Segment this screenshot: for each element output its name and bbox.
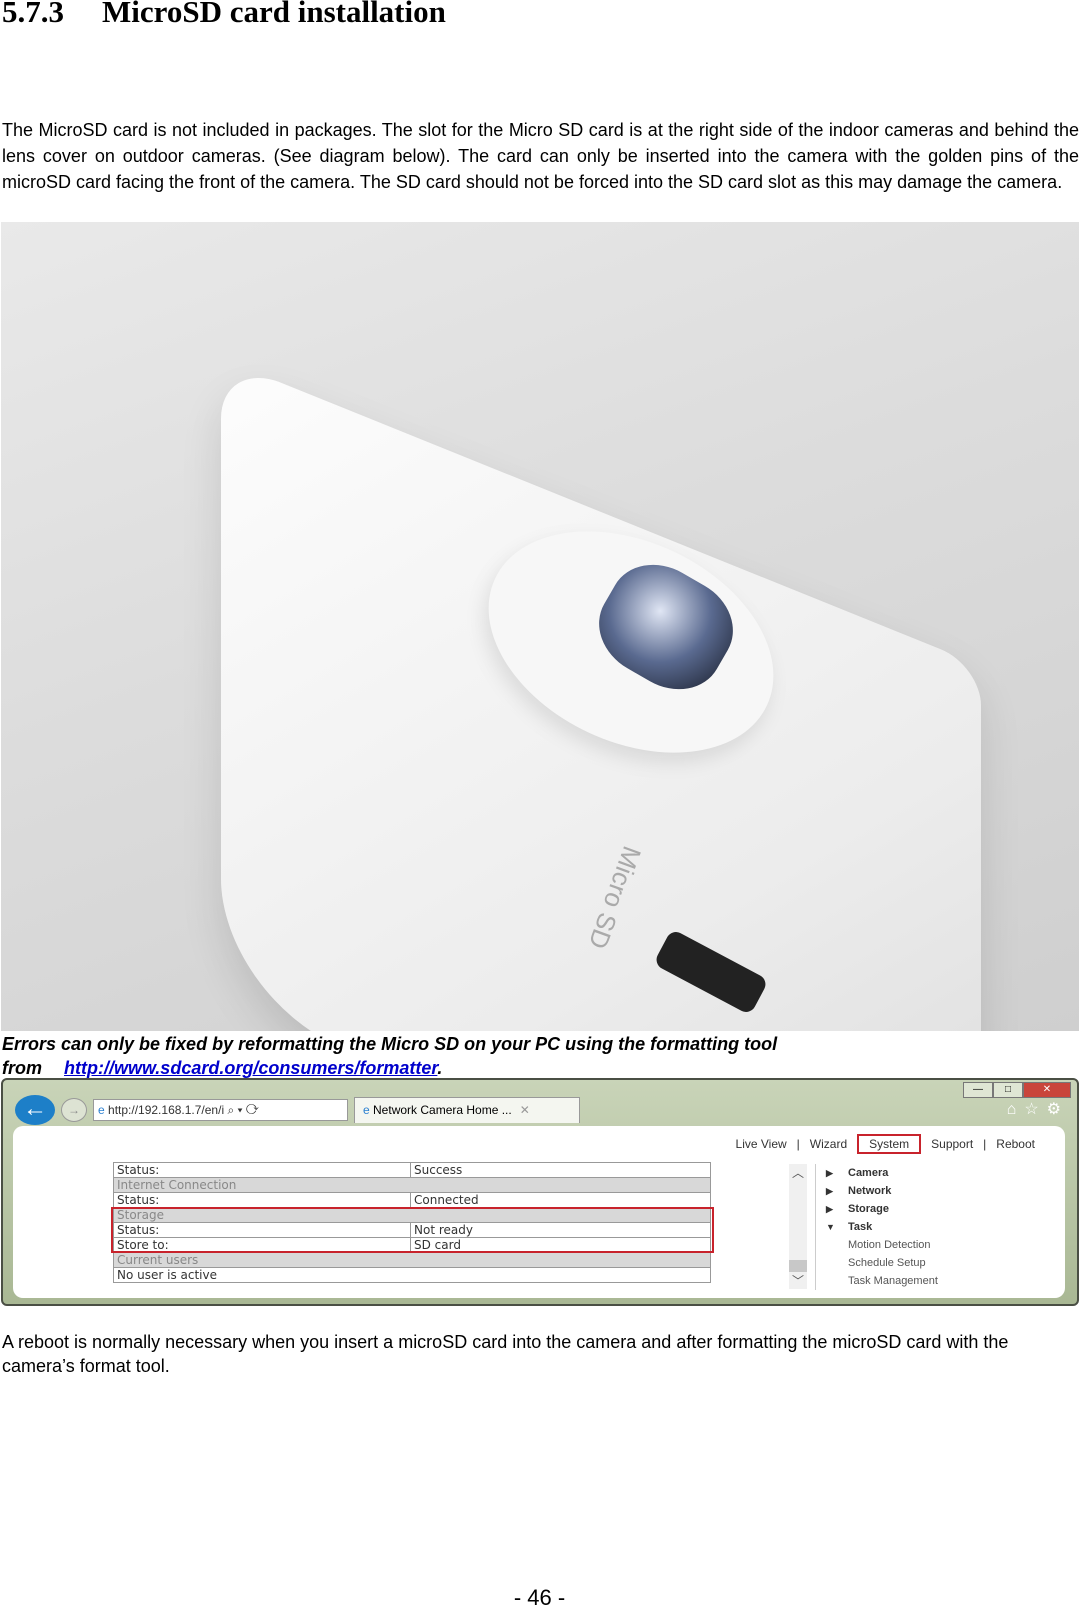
intro-paragraph: The MicroSD card is not included in pack… (2, 120, 1079, 192)
forward-arrow-icon[interactable]: → (61, 1098, 87, 1122)
section-number: 5.7.3 (2, 0, 64, 29)
camera-web-page: Live View | Wizard System Support | Rebo… (13, 1126, 1065, 1298)
close-tab-icon[interactable]: ✕ (520, 1103, 530, 1117)
nav-wizard[interactable]: Wizard (810, 1137, 847, 1151)
close-icon[interactable]: ✕ (1023, 1082, 1071, 1098)
menu-schedule-setup[interactable]: Schedule Setup (826, 1254, 938, 1272)
nav-system[interactable]: System (857, 1134, 922, 1154)
caption-from: from (2, 1058, 42, 1078)
menu-motion-detection[interactable]: Motion Detection (826, 1236, 938, 1254)
menu-task[interactable]: ▼ Task (826, 1218, 938, 1236)
back-arrow-icon[interactable]: ← (15, 1095, 55, 1125)
address-bar[interactable]: e http://192.168.1.7/en/i ⌕ ▾ ⟳ (93, 1099, 348, 1121)
section-title: MicroSD card installation (102, 0, 446, 29)
address-text: http://192.168.1.7/en/i (108, 1103, 225, 1117)
formatter-link[interactable]: http://www.sdcard.org/consumers/formatte… (64, 1058, 437, 1078)
row-label: Internet Connection (113, 1177, 711, 1193)
gear-icon[interactable]: ⚙ (1047, 1101, 1069, 1118)
browser-tools: ⌂☆⚙ (1007, 1099, 1069, 1119)
scroll-thumb[interactable] (789, 1260, 807, 1272)
nav-separator: | (983, 1137, 987, 1151)
caret-right-icon: ▶ (826, 1204, 833, 1214)
caption-link-line: from http://www.sdcard.org/consumers/form… (2, 1056, 442, 1080)
row-label: Current users (113, 1252, 711, 1268)
star-icon[interactable]: ☆ (1024, 1101, 1046, 1118)
caption-period: . (437, 1058, 443, 1078)
caret-down-icon: ▼ (826, 1222, 835, 1232)
top-nav: Live View | Wizard System Support | Rebo… (736, 1134, 1035, 1154)
table-row: Status: Success (113, 1162, 711, 1178)
table-section-header: Current users (113, 1252, 711, 1268)
browser-screenshot: — □ ✕ ← → e http://192.168.1.7/en/i ⌕ ▾ ⟳ … (1, 1078, 1079, 1306)
caret-right-icon: ▶ (826, 1168, 833, 1178)
scrollbar[interactable]: ︿ ﹀ (789, 1164, 807, 1289)
menu-label: Network (848, 1185, 892, 1197)
row-value: Success (410, 1162, 711, 1178)
browser-tab[interactable]: e Network Camera Home ... ✕ (354, 1097, 580, 1123)
menu-label: Task (848, 1221, 873, 1233)
menu-task-management[interactable]: Task Management (826, 1272, 938, 1290)
tab-title: Network Camera Home ... (373, 1103, 512, 1117)
storage-highlight-box (111, 1207, 714, 1253)
ie-icon: e (363, 1103, 374, 1117)
scroll-up-icon[interactable]: ︿ (789, 1164, 807, 1181)
section-heading: 5.7.3 MicroSD card installation (2, 0, 446, 30)
row-label: Status: (113, 1162, 411, 1178)
ie-icon: e (98, 1103, 109, 1117)
menu-network[interactable]: ▶ Network (826, 1182, 938, 1200)
minimize-icon[interactable]: — (963, 1082, 993, 1098)
row-label: No user is active (113, 1267, 711, 1283)
nav-support[interactable]: Support (931, 1137, 973, 1151)
scroll-down-icon[interactable]: ﹀ (789, 1272, 807, 1289)
outro-paragraph: A reboot is normally necessary when you … (2, 1332, 1009, 1376)
row-label: Status: (113, 1192, 411, 1208)
search-icon[interactable]: ⌕ ▾ ⟳ (227, 1103, 258, 1117)
table-row: Status: Connected (113, 1192, 711, 1208)
menu-camera[interactable]: ▶ Camera (826, 1164, 938, 1182)
maximize-icon[interactable]: □ (993, 1082, 1023, 1098)
nav-live-view[interactable]: Live View (736, 1137, 787, 1151)
side-menu: ▶ Camera ▶ Network ▶ Storage ▼ Task Motion D… (815, 1164, 938, 1290)
caption-line: Errors can only be fixed by reformatting… (2, 1034, 778, 1054)
window-controls: — □ ✕ (963, 1082, 1071, 1098)
menu-label: Storage (848, 1203, 889, 1215)
table-row: No user is active (113, 1267, 711, 1283)
menu-label: Camera (848, 1167, 889, 1179)
home-icon[interactable]: ⌂ (1007, 1101, 1025, 1118)
nav-separator: | (796, 1137, 800, 1151)
table-section-header: Internet Connection (113, 1177, 711, 1193)
caret-right-icon: ▶ (826, 1186, 833, 1196)
nav-reboot[interactable]: Reboot (996, 1137, 1035, 1151)
menu-storage[interactable]: ▶ Storage (826, 1200, 938, 1218)
page-number: - 46 - (513, 1585, 566, 1610)
camera-photo: Micro SD (1, 222, 1079, 1031)
row-value: Connected (410, 1192, 711, 1208)
